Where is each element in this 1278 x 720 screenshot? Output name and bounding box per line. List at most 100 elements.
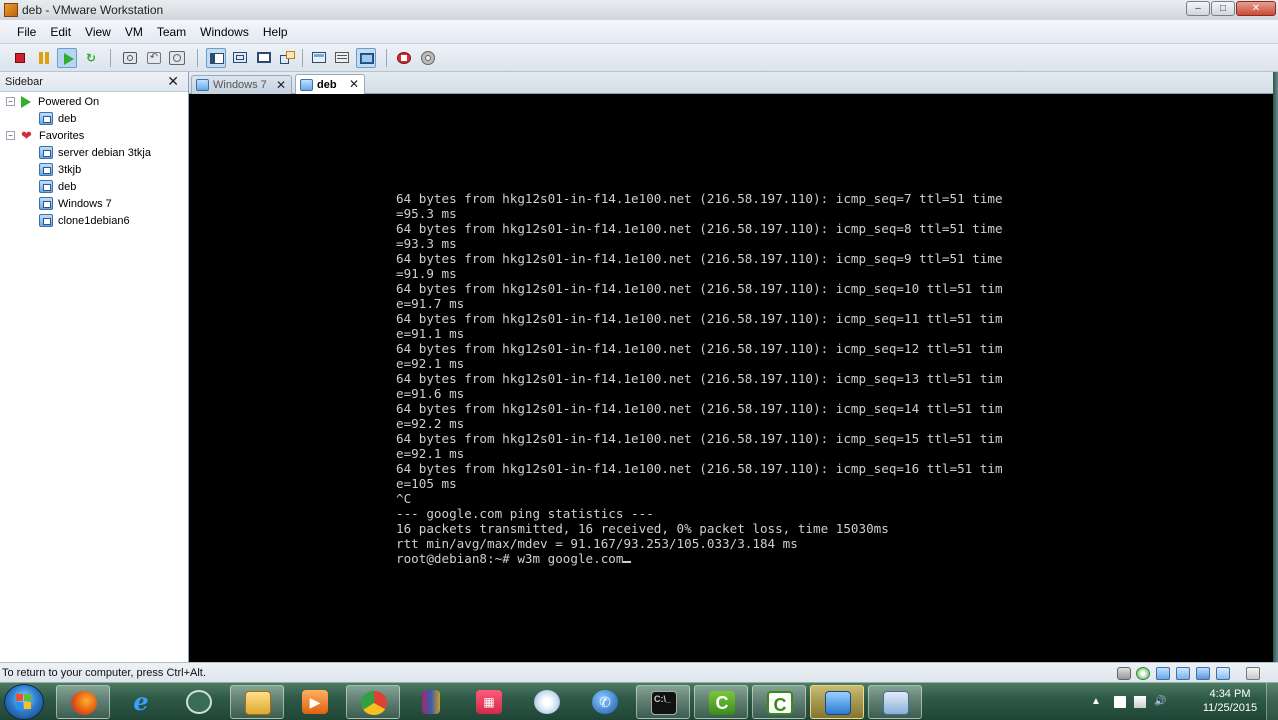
- minimize-button[interactable]: –: [1186, 1, 1210, 16]
- terminal-line: e=105 ms: [396, 476, 457, 491]
- snapshot-manager-icon[interactable]: [167, 48, 187, 68]
- taskbar-media-player[interactable]: ▶: [288, 685, 342, 719]
- vm-tab-bar: Windows 7 ✕ deb ✕: [189, 72, 1278, 94]
- menu-view[interactable]: View: [78, 25, 118, 39]
- reset-icon[interactable]: ↻: [81, 48, 101, 68]
- tab-windows-7[interactable]: Windows 7 ✕: [191, 75, 292, 94]
- cd-dvd-icon[interactable]: [1136, 667, 1150, 680]
- revert-snapshot-icon[interactable]: ↶: [144, 48, 164, 68]
- full-screen-icon[interactable]: [254, 48, 274, 68]
- menu-help[interactable]: Help: [256, 25, 295, 39]
- menu-file[interactable]: File: [10, 25, 43, 39]
- usb-icon[interactable]: [1176, 667, 1190, 680]
- taskbar-camtasia-recorder[interactable]: C: [694, 685, 748, 719]
- sound-card-icon[interactable]: [1196, 667, 1210, 680]
- terminal-line: 64 bytes from hkg12s01-in-f14.1e100.net …: [396, 221, 1003, 236]
- clock-date: 11/25/2015: [1202, 702, 1258, 714]
- thumbnail-view-icon[interactable]: [356, 48, 376, 68]
- tab-close-icon[interactable]: ✕: [349, 77, 359, 91]
- media-center-icon: [186, 690, 212, 714]
- menu-windows[interactable]: Windows: [193, 25, 256, 39]
- quick-switch-icon[interactable]: [230, 48, 250, 68]
- tree-item-deb-powered[interactable]: deb: [39, 110, 76, 127]
- taskbar-internet-explorer[interactable]: e: [114, 685, 168, 719]
- vm-icon: [39, 197, 53, 210]
- taskbar-clock[interactable]: 4:34 PM 11/25/2015: [1200, 687, 1260, 715]
- network-icon[interactable]: [1134, 696, 1146, 708]
- taskbar-firefox[interactable]: [56, 685, 110, 719]
- taskbar-command-prompt[interactable]: C:\_: [636, 685, 690, 719]
- menu-vm[interactable]: VM: [118, 25, 150, 39]
- vmware-app-icon[interactable]: [4, 3, 18, 17]
- sidebar: Sidebar ✕ − Powered On deb − ❤ Favorites…: [0, 72, 189, 662]
- preferences-icon[interactable]: [418, 48, 438, 68]
- tree-item-clone1debian6[interactable]: clone1debian6: [39, 212, 130, 229]
- message-log-icon[interactable]: [1246, 667, 1260, 680]
- media-player-icon: ▶: [302, 690, 328, 714]
- suspend-icon[interactable]: [34, 48, 54, 68]
- taskbar-media-center[interactable]: [172, 685, 226, 719]
- show-sidebar-icon[interactable]: [206, 48, 226, 68]
- taskbar-chrome[interactable]: [346, 685, 400, 719]
- collapse-toggle-icon[interactable]: −: [6, 97, 15, 106]
- menu-bar: File Edit View VM Team Windows Help: [0, 20, 1278, 44]
- tree-group-powered-on[interactable]: − Powered On: [6, 93, 99, 110]
- maximize-button[interactable]: □: [1211, 1, 1235, 16]
- clock-time: 4:34 PM: [1209, 688, 1251, 700]
- taskbar-paint[interactable]: [520, 685, 574, 719]
- vmware-tools-icon[interactable]: [394, 48, 414, 68]
- terminal-line: 64 bytes from hkg12s01-in-f14.1e100.net …: [396, 371, 1003, 386]
- show-hidden-icons-icon[interactable]: ▲: [1090, 696, 1102, 708]
- printer-icon[interactable]: [1216, 667, 1230, 680]
- tree-item-label: 3tkjb: [58, 163, 82, 176]
- tab-deb[interactable]: deb ✕: [295, 74, 365, 94]
- show-desktop-button[interactable]: [1266, 683, 1278, 720]
- tree-item-server-debian-3tkja[interactable]: server debian 3tkja: [39, 144, 151, 161]
- taskbar-app-grid[interactable]: ▦: [462, 685, 516, 719]
- tree-item-windows-7[interactable]: Windows 7: [39, 195, 112, 212]
- vm-console[interactable]: 64 bytes from hkg12s01-in-f14.1e100.net …: [189, 94, 1273, 662]
- terminal-line: e=91.7 ms: [396, 296, 465, 311]
- chrome-icon: [361, 691, 387, 715]
- taskbar-file-explorer[interactable]: [230, 685, 284, 719]
- taskbar-vmware-workstation[interactable]: [810, 685, 864, 719]
- tab-label: Windows 7: [213, 79, 267, 91]
- tree-item-label: server debian 3tkja: [58, 146, 151, 159]
- sidebar-close-icon[interactable]: ✕: [167, 73, 179, 90]
- console-view-icon[interactable]: [309, 48, 329, 68]
- phone-icon: ✆: [592, 690, 618, 714]
- start-button[interactable]: [4, 684, 44, 720]
- tree-item-label: Windows 7: [58, 197, 112, 210]
- hard-disk-icon[interactable]: [1117, 667, 1131, 680]
- network-adapter-icon[interactable]: [1156, 667, 1170, 680]
- terminal-prompt-line[interactable]: root@debian8:~# w3m google.com: [396, 551, 1086, 566]
- menu-edit[interactable]: Edit: [43, 25, 78, 39]
- taskbar-winrar[interactable]: [404, 685, 458, 719]
- power-off-icon[interactable]: [10, 48, 30, 68]
- action-center-icon[interactable]: [1114, 696, 1126, 708]
- sidebar-title: Sidebar: [5, 76, 43, 88]
- summary-view-icon[interactable]: [332, 48, 352, 68]
- snapshot-icon[interactable]: [120, 48, 140, 68]
- terminal-line: e=91.6 ms: [396, 386, 465, 401]
- taskbar-camtasia-studio[interactable]: C: [752, 685, 806, 719]
- menu-team[interactable]: Team: [150, 25, 193, 39]
- tab-close-icon[interactable]: ✕: [276, 78, 286, 92]
- collapse-toggle-icon[interactable]: −: [6, 131, 15, 140]
- terminal-line: 64 bytes from hkg12s01-in-f14.1e100.net …: [396, 401, 1003, 416]
- volume-icon[interactable]: 🔊: [1154, 696, 1166, 708]
- tree-item-label: deb: [58, 112, 77, 125]
- taskbar-phone[interactable]: ✆: [578, 685, 632, 719]
- windows-logo-icon: [16, 694, 32, 710]
- unity-icon[interactable]: [277, 48, 297, 68]
- vm-icon: [300, 78, 313, 91]
- taskbar-remote-desktop[interactable]: [868, 685, 922, 719]
- terminal-line: 64 bytes from hkg12s01-in-f14.1e100.net …: [396, 251, 1003, 266]
- terminal-line: e=92.2 ms: [396, 416, 465, 431]
- sidebar-header: Sidebar ✕: [0, 72, 188, 92]
- power-on-icon[interactable]: [57, 48, 77, 68]
- close-button[interactable]: ✕: [1236, 1, 1276, 16]
- tree-item-3tkjb[interactable]: 3tkjb: [39, 161, 81, 178]
- tree-group-favorites[interactable]: − ❤ Favorites: [6, 127, 84, 144]
- tree-item-deb[interactable]: deb: [39, 178, 76, 195]
